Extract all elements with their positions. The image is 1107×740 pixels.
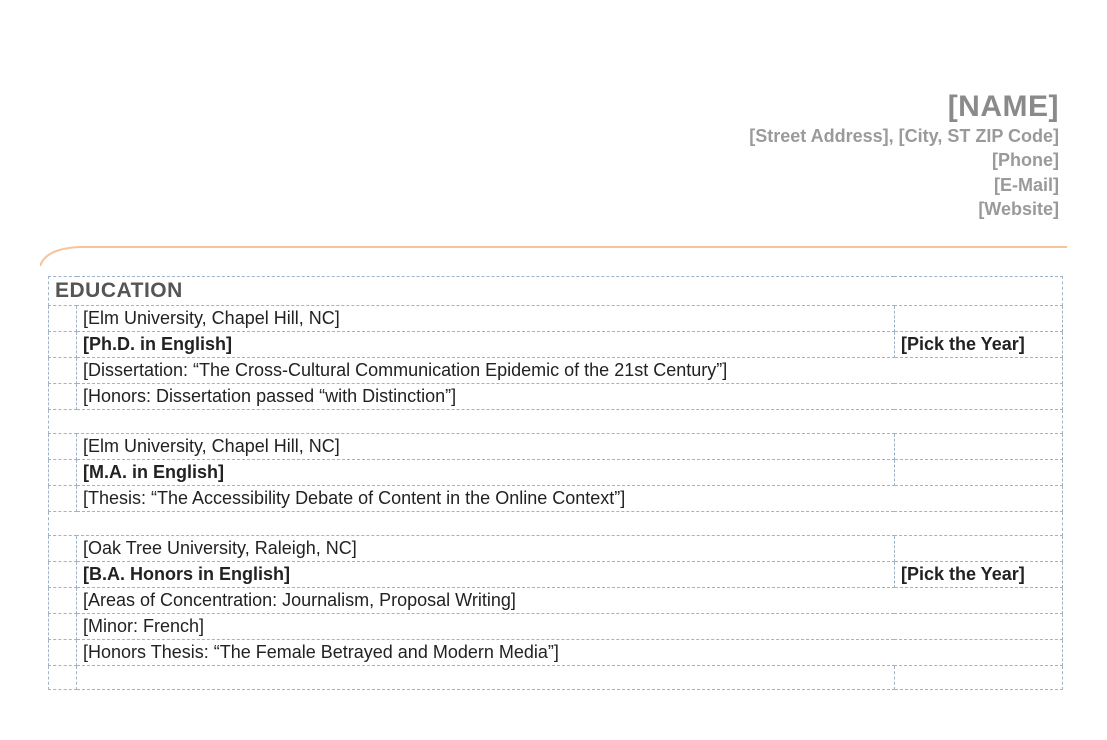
indent-cell [49,460,77,486]
edu-detail-row: [Thesis: “The Accessibility Debate of Co… [49,486,1063,512]
edu-detail-row: [Honors Thesis: “The Female Betrayed and… [49,640,1063,666]
section-title: EDUCATION [55,279,183,302]
indent-cell [49,358,77,384]
edu-detail[interactable]: [Honors: Dissertation passed “with Disti… [77,384,1063,410]
spacer-row [49,512,1063,536]
edu-detail[interactable]: [Honors Thesis: “The Female Betrayed and… [77,640,1063,666]
edu-degree-row: [Ph.D. in English] [Pick the Year] [49,332,1063,358]
edu-year-blank[interactable] [894,434,1062,460]
spacer-row [49,666,1063,690]
edu-degree[interactable]: [B.A. Honors in English] [77,562,895,588]
edu-year[interactable] [894,460,1062,486]
education-section: EDUCATION [Elm University, Chapel Hill, … [48,276,1063,690]
edu-year-blank[interactable] [894,306,1062,332]
indent-cell [49,666,77,690]
indent-cell [49,306,77,332]
indent-cell [49,614,77,640]
phone-line[interactable]: [Phone] [749,148,1059,172]
edu-detail-row: [Honors: Dissertation passed “with Disti… [49,384,1063,410]
resume-template-page: [NAME] [Street Address], [City, ST ZIP C… [0,0,1107,740]
edu-detail-row: [Minor: French] [49,614,1063,640]
edu-detail[interactable]: [Areas of Concentration: Journalism, Pro… [77,588,1063,614]
indent-cell [49,384,77,410]
edu-year[interactable]: [Pick the Year] [894,332,1062,358]
indent-cell [49,486,77,512]
edu-school-row: [Elm University, Chapel Hill, NC] [49,434,1063,460]
edu-school-row: [Elm University, Chapel Hill, NC] [49,306,1063,332]
spacer-row [49,410,1063,434]
edu-school[interactable]: [Oak Tree University, Raleigh, NC] [77,536,895,562]
edu-degree-row: [M.A. in English] [49,460,1063,486]
education-table: EDUCATION [Elm University, Chapel Hill, … [48,276,1063,690]
indent-cell [49,562,77,588]
empty-cell[interactable] [77,666,895,690]
empty-cell[interactable] [894,666,1062,690]
indent-cell [49,536,77,562]
website-line[interactable]: [Website] [749,197,1059,221]
edu-detail[interactable]: [Thesis: “The Accessibility Debate of Co… [77,486,1063,512]
indent-cell [49,588,77,614]
edu-detail[interactable]: [Minor: French] [77,614,1063,640]
edu-degree[interactable]: [Ph.D. in English] [77,332,895,358]
edu-degree-row: [B.A. Honors in English] [Pick the Year] [49,562,1063,588]
edu-school[interactable]: [Elm University, Chapel Hill, NC] [77,306,895,332]
indent-cell [49,640,77,666]
section-divider-curve [40,244,1067,268]
indent-cell [49,434,77,460]
name-placeholder[interactable]: [NAME] [749,90,1059,124]
edu-year[interactable]: [Pick the Year] [894,562,1062,588]
edu-detail-row: [Areas of Concentration: Journalism, Pro… [49,588,1063,614]
edu-year-blank[interactable] [894,536,1062,562]
edu-school[interactable]: [Elm University, Chapel Hill, NC] [77,434,895,460]
edu-school-row: [Oak Tree University, Raleigh, NC] [49,536,1063,562]
address-line[interactable]: [Street Address], [City, ST ZIP Code] [749,124,1059,148]
email-line[interactable]: [E-Mail] [749,173,1059,197]
header-block: [NAME] [Street Address], [City, ST ZIP C… [749,90,1059,221]
indent-cell [49,332,77,358]
edu-detail[interactable]: [Dissertation: “The Cross-Cultural Commu… [77,358,1063,384]
section-header-row: EDUCATION [49,277,1063,306]
edu-detail-row: [Dissertation: “The Cross-Cultural Commu… [49,358,1063,384]
edu-degree[interactable]: [M.A. in English] [77,460,895,486]
